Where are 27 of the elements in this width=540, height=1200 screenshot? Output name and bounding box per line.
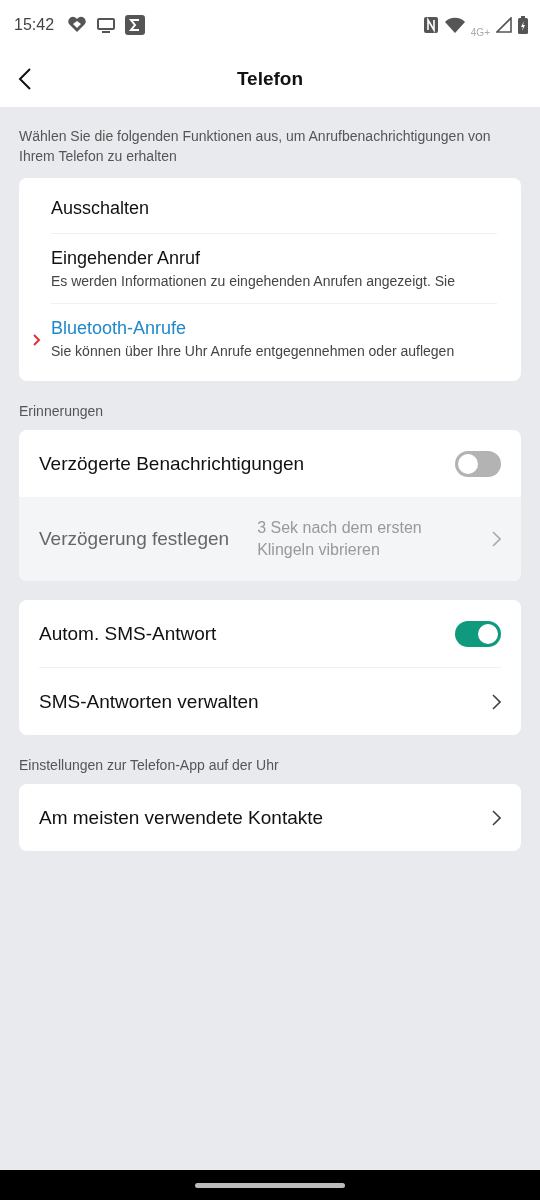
chevron-icon xyxy=(492,809,501,826)
chevron-icon xyxy=(492,693,501,710)
toggle-switch[interactable] xyxy=(455,450,501,477)
sigma-icon xyxy=(125,15,146,35)
battery-icon xyxy=(518,16,528,34)
call-option[interactable]: Eingehender Anruf Es werden Informationen zu eingehenden Anrufen angezeigt. Sie xyxy=(51,234,497,303)
settings-row[interactable]: Autom. SMS-Antwort xyxy=(19,600,521,667)
settings-row[interactable]: Am meisten verwendete Kontakte xyxy=(19,784,521,851)
call-option[interactable]: Ausschalten xyxy=(51,184,497,233)
toggle-switch[interactable] xyxy=(455,620,501,647)
clock: 15:42 xyxy=(14,16,55,34)
nfc-icon xyxy=(422,16,439,34)
network-type: 4G+ xyxy=(470,26,490,38)
signal-icon xyxy=(496,17,512,33)
chevron-icon xyxy=(492,531,501,547)
page-title: Telefon xyxy=(236,67,304,90)
section-title: Erinnerungen xyxy=(19,403,105,419)
wifi-icon xyxy=(444,17,465,33)
settings-row[interactable]: SMS-Antworten verwalten xyxy=(19,668,521,735)
call-option[interactable]: Bluetooth-Anrufe Sie können über Ihre Uhr Anrufe entgegennehmen oder auflegen xyxy=(51,304,497,373)
section-title: Einstellungen zur Telefon-App auf der Uhr xyxy=(19,757,280,773)
chevron-icon xyxy=(33,334,41,346)
settings-row[interactable]: Verzögerte Benachrichtigungen xyxy=(19,430,521,497)
heart-icon xyxy=(67,16,88,34)
home-handle[interactable] xyxy=(195,1182,345,1188)
intro-text: Wählen Sie die folgenden Funktionen aus, um Anrufbenachrichtigungen von Ihrem Telefon zu erhalten xyxy=(19,127,492,166)
monitor-icon xyxy=(96,16,117,34)
